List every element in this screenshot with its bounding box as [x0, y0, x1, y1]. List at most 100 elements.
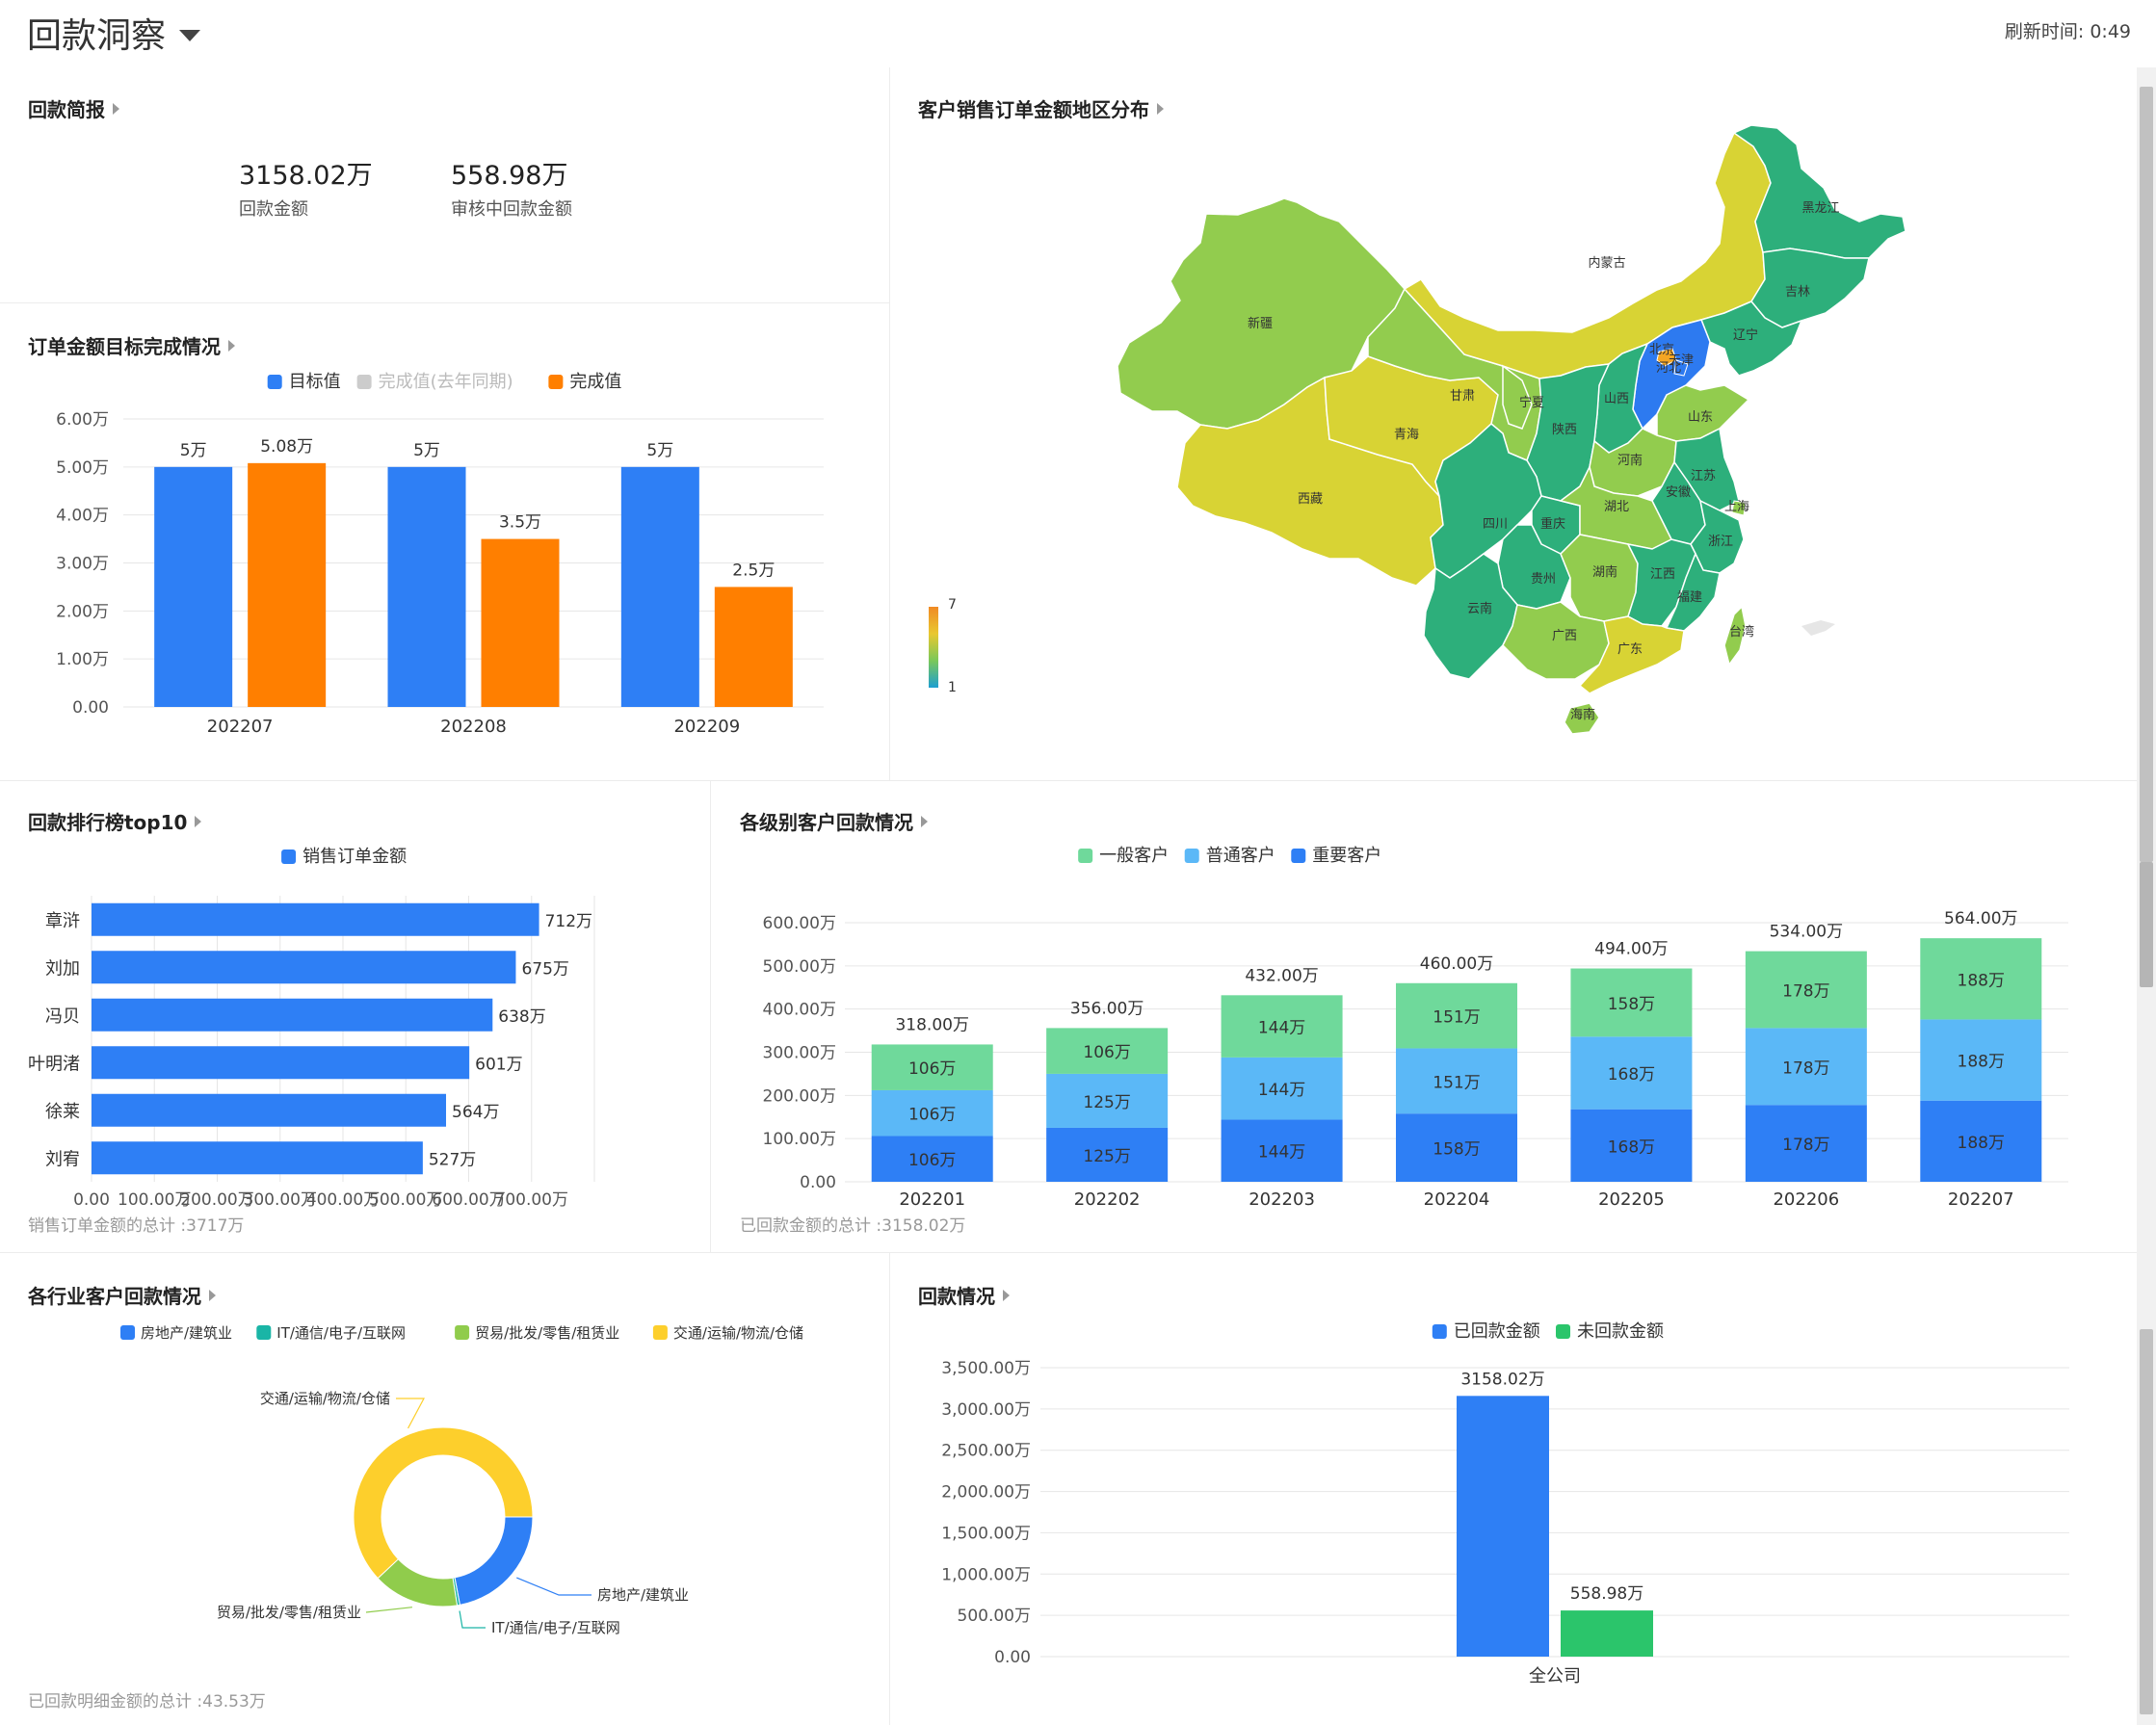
bar-target [387, 466, 466, 707]
bar-unpaid [1561, 1610, 1653, 1657]
legend-item[interactable]: 目标值 [267, 372, 341, 392]
target-title-text: 订单金额目标完成情况 [28, 335, 221, 358]
scrollbar-thumb[interactable] [2140, 87, 2153, 862]
map-province-label: 湖北 [1604, 500, 1629, 514]
summary-label: 回款金额 [239, 199, 308, 220]
legend-item[interactable]: 销售订单金额 [281, 847, 407, 867]
map-province-label: 广西 [1552, 629, 1577, 643]
page-title-text: 回款洞察 [27, 16, 167, 56]
x-tick-label: 700.00万 [495, 1190, 568, 1210]
bar-completed [481, 538, 560, 707]
bar-label: 5.08万 [260, 437, 313, 457]
bar-label: 5万 [180, 441, 207, 460]
bar-target [154, 466, 233, 707]
legend-swatch [455, 1325, 470, 1340]
legend-label: 已回款金额 [1454, 1321, 1540, 1342]
map-province-label: 福建 [1677, 590, 1702, 605]
legend-item[interactable]: 完成值(去年同期) [356, 372, 513, 392]
target-title[interactable]: 订单金额目标完成情况 [28, 331, 235, 359]
legend-label: 未回款金额 [1577, 1321, 1664, 1342]
summary-title[interactable]: 回款简报 [28, 94, 119, 122]
y-tick-label: 0.00 [800, 1173, 836, 1192]
level-title[interactable]: 各级别客户回款情况 [740, 807, 928, 835]
industry-chart: 房地产/建筑业 IT/通信/电子/互联网 贸易/批发/零售/租赁业 交通/运输/物流/… [120, 1324, 803, 1636]
y-tick-label: 1.00万 [56, 650, 109, 669]
page-title[interactable]: 回款洞察 [27, 8, 201, 58]
legend-label: 重要客户 [1312, 846, 1381, 866]
y-tick-label: 冯贝 [45, 1006, 80, 1027]
segment-label: 151万 [1433, 1073, 1480, 1092]
y-tick-label: 2,500.00万 [941, 1442, 1031, 1461]
total-label: 460.00万 [1420, 954, 1493, 974]
bar-label: 5万 [646, 441, 673, 460]
map-province-label: 宁夏 [1519, 395, 1544, 410]
map-province-label: 重庆 [1540, 516, 1565, 532]
legend-item[interactable]: 贸易/批发/零售/租赁业 [455, 1324, 619, 1342]
legend-swatch [281, 849, 297, 864]
legend-swatch [256, 1325, 272, 1340]
segment-label: 151万 [1433, 1008, 1480, 1028]
caret-right-icon [195, 815, 202, 827]
payment-title[interactable]: 回款情况 [918, 1281, 1010, 1309]
bar-ranking [92, 902, 539, 936]
x-tick-label: 202203 [1249, 1189, 1315, 1210]
bar-label: 638万 [498, 1007, 545, 1027]
ranking-title[interactable]: 回款排行榜top10 [28, 807, 202, 835]
segment-label: 178万 [1782, 1136, 1829, 1155]
bar-ranking [92, 951, 516, 984]
total-label: 432.00万 [1245, 966, 1318, 985]
legend-swatch [1432, 1324, 1447, 1339]
scrollbar-thumb-3[interactable] [2140, 1329, 2153, 1714]
legend-swatch [652, 1325, 668, 1340]
ranking-chart: 销售订单金额0.00 100.00万200.00万300.00万400.00万50… [28, 847, 595, 1210]
legend-item[interactable]: 完成值 [548, 372, 621, 392]
visualmap-gradient [929, 607, 938, 688]
map-province-label: 西藏 [1298, 492, 1323, 507]
legend-item[interactable]: 普通客户 [1184, 846, 1275, 866]
legend-label: 房地产/建筑业 [141, 1324, 232, 1342]
map-province-label: 台湾 [1729, 624, 1754, 640]
divider [0, 780, 2137, 781]
bar-completed [248, 462, 327, 707]
y-tick-label: 2,000.00万 [941, 1483, 1031, 1503]
x-tick-label: 202205 [1598, 1189, 1665, 1210]
caret-right-icon [113, 102, 119, 115]
map-province-label: 青海 [1394, 428, 1419, 442]
map-province-label: 浙江 [1708, 535, 1733, 549]
map-province-label: 河南 [1617, 453, 1643, 468]
y-tick-label: 4.00万 [56, 507, 109, 526]
map-title[interactable]: 客户销售订单金额地区分布 [918, 94, 1164, 122]
total-label: 494.00万 [1594, 940, 1668, 959]
slice-label: 房地产/建筑业 [597, 1586, 689, 1604]
segment-label: 106万 [908, 1106, 956, 1125]
scrollbar[interactable] [2137, 67, 2156, 1725]
legend-item[interactable]: IT/通信/电子/互联网 [256, 1324, 406, 1342]
legend-item[interactable]: 一般客户 [1078, 846, 1169, 866]
visualmap-legend[interactable]: 7 1 [927, 597, 957, 695]
legend-label: 完成值 [569, 372, 621, 392]
segment-label: 144万 [1258, 1143, 1305, 1163]
legend-swatch [548, 375, 564, 389]
y-tick-label: 1,500.00万 [941, 1524, 1031, 1543]
y-tick-label: 2.00万 [56, 602, 109, 621]
china-map[interactable]: 黑龙江吉林辽宁内蒙古新疆北京天津河北山西山东甘肃 宁夏陕西青海西藏河南江苏安徽上海… [1108, 120, 1917, 746]
caret-right-icon [1157, 102, 1164, 115]
legend-item[interactable]: 交通/运输/物流/仓储 [652, 1324, 803, 1342]
bar-label: 3158.02万 [1460, 1370, 1544, 1389]
legend-item[interactable]: 未回款金额 [1556, 1321, 1664, 1342]
scrollbar-thumb-2[interactable] [2140, 862, 2153, 987]
segment-label: 178万 [1782, 981, 1829, 1001]
y-tick-label: 叶明渚 [28, 1054, 80, 1074]
legend-item[interactable]: 重要客户 [1291, 846, 1381, 866]
industry-title[interactable]: 各行业客户回款情况 [28, 1281, 216, 1309]
payment-chart: 已回款金额 未回款金额 0.00 500.00万 1,000.00万 1,500.00万 2… [941, 1321, 2069, 1686]
segment-label: 106万 [1083, 1043, 1130, 1062]
legend-item[interactable]: 房地产/建筑业 [120, 1324, 232, 1342]
donut-slice [454, 1516, 534, 1606]
legend-item[interactable]: 已回款金额 [1432, 1321, 1540, 1342]
x-tick-label: 202207 [1948, 1189, 2014, 1210]
bar-ranking [92, 998, 493, 1032]
level-title-text: 各级别客户回款情况 [740, 811, 913, 834]
summary-label: 审核中回款金额 [451, 199, 572, 220]
legend-swatch [1291, 849, 1306, 863]
